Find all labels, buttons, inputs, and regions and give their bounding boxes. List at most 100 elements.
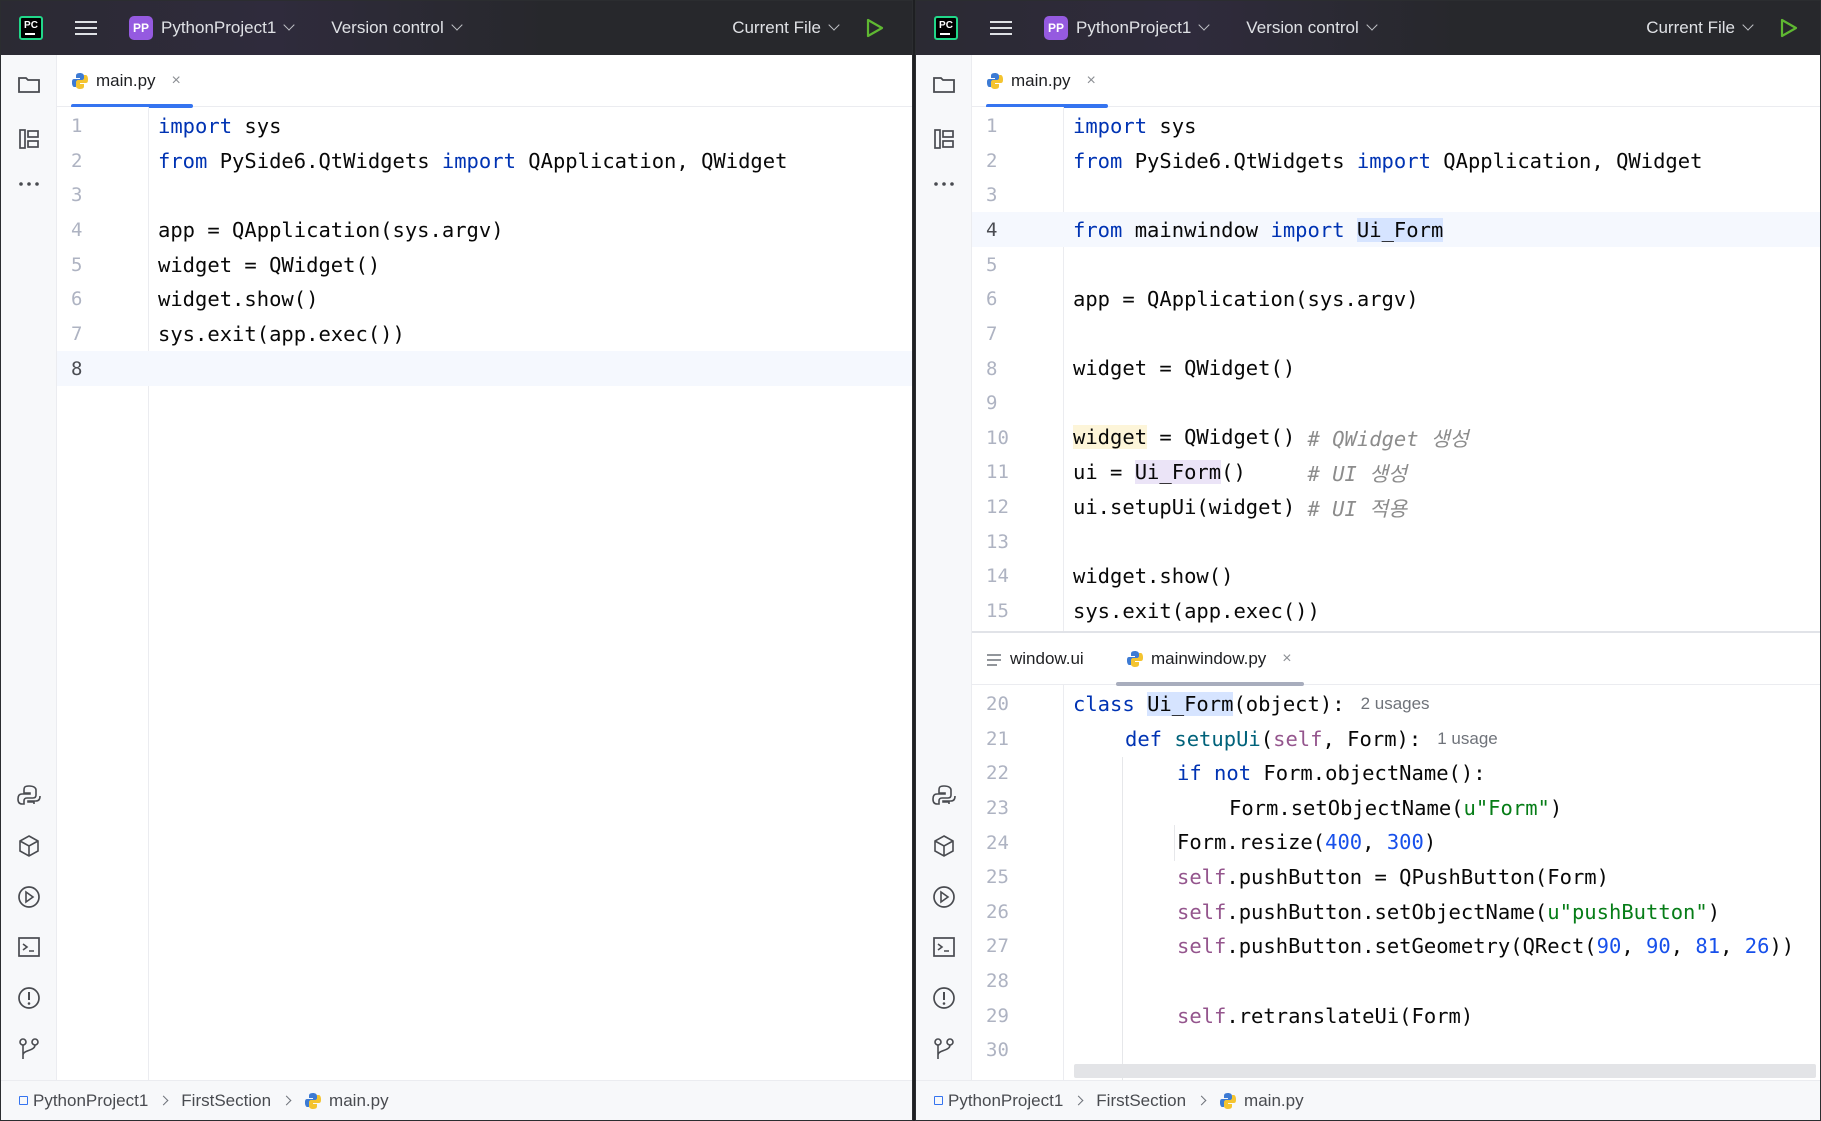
project-name[interactable]: PythonProject1 (1076, 18, 1191, 38)
python-packages-icon[interactable] (931, 833, 957, 859)
breadcrumb-folder[interactable]: FirstSection (1096, 1091, 1186, 1111)
git-icon[interactable] (16, 1036, 42, 1062)
git-icon[interactable] (931, 1036, 957, 1062)
line-number: 5 (71, 254, 83, 276)
folder-icon[interactable] (16, 71, 42, 97)
terminal-icon[interactable] (931, 934, 957, 960)
editor-tab-bar: main.py × (972, 55, 1820, 108)
line-number: 2 (71, 150, 83, 172)
chevron-right-icon (1196, 1095, 1207, 1106)
chevron-down-icon[interactable] (828, 19, 840, 31)
chevron-right-icon (281, 1095, 292, 1106)
line-number: 1 (986, 115, 998, 137)
line-number: 1 (71, 115, 83, 137)
tab-main-py[interactable]: main.py × (71, 55, 193, 108)
main-menu-icon[interactable] (990, 19, 1012, 37)
line-number: 11 (986, 461, 1009, 483)
close-icon[interactable]: × (1282, 650, 1291, 668)
project-badge[interactable]: PP (1044, 16, 1068, 40)
main-menu-icon[interactable] (75, 19, 97, 37)
line-number: 4 (986, 219, 998, 241)
line-number: 8 (986, 358, 998, 380)
terminal-icon[interactable] (16, 934, 42, 960)
code-line: from PySide6.QtWidgets import QApplicati… (158, 149, 788, 174)
folder-icon[interactable] (931, 71, 957, 97)
python-file-icon (1126, 650, 1144, 668)
line-number-gutter (57, 107, 149, 1080)
line-number: 14 (986, 565, 1009, 587)
run-icon[interactable] (1780, 18, 1798, 38)
chevron-down-icon[interactable] (283, 19, 295, 31)
more-icon[interactable] (16, 171, 42, 197)
code-line: def setupUi(self, Form): 1 usage (1125, 727, 1498, 752)
tab-label: main.py (1011, 71, 1071, 90)
editor-tab-bar: main.py × (57, 55, 912, 108)
line-number: 24 (986, 832, 1009, 854)
chevron-down-icon[interactable] (451, 19, 463, 31)
tab-mainwindow-py[interactable]: mainwindow.py × (1116, 633, 1304, 686)
line-number: 9 (986, 392, 998, 414)
structure-icon[interactable] (931, 126, 957, 152)
usages-hint[interactable]: 1 usage (1437, 729, 1498, 749)
breadcrumb-file[interactable]: main.py (1244, 1091, 1304, 1111)
line-number: 15 (986, 600, 1009, 622)
tab-main-py[interactable]: main.py × (986, 55, 1108, 108)
line-number: 6 (986, 288, 998, 310)
line-number: 13 (986, 531, 1009, 553)
line-number: 26 (986, 901, 1009, 923)
code-line: widget = QWidget() (1073, 356, 1296, 381)
code-line: ui.setupUi(widget) # UI 적용 (1073, 495, 1407, 522)
project-name[interactable]: PythonProject1 (161, 18, 276, 38)
chevron-down-icon[interactable] (1742, 19, 1754, 31)
run-icon[interactable] (866, 18, 884, 38)
python-file-icon (986, 72, 1004, 90)
close-icon[interactable]: × (1087, 72, 1096, 90)
project-badge[interactable]: PP (129, 16, 153, 40)
ui-file-icon (986, 652, 1002, 666)
python-console-icon[interactable] (16, 783, 42, 809)
services-icon[interactable] (931, 884, 957, 910)
line-number: 20 (986, 693, 1009, 715)
tab-label: main.py (96, 71, 156, 90)
line-number: 10 (986, 427, 1009, 449)
line-number: 21 (986, 728, 1009, 750)
code-line: self .retranslateUi(Form) (1177, 1004, 1474, 1029)
close-icon[interactable]: × (172, 72, 181, 90)
code-line: widget = QWidget() (158, 253, 381, 278)
line-number: 12 (986, 496, 1009, 518)
chevron-down-icon[interactable] (1198, 19, 1210, 31)
run-config-selector[interactable]: Current File (732, 18, 821, 38)
breadcrumb-folder[interactable]: FirstSection (181, 1091, 271, 1111)
module-icon (934, 1096, 943, 1105)
more-icon[interactable] (931, 171, 957, 197)
tool-window-strip (1, 55, 57, 1080)
pycharm-logo-icon[interactable]: PC (934, 16, 958, 40)
code-line: from mainwindow import Ui_Form (1073, 218, 1444, 243)
chevron-right-icon (1073, 1095, 1084, 1106)
breadcrumb-project[interactable]: PythonProject1 (33, 1091, 148, 1111)
editor-pane: main.py × 1 2 3 4 5 6 7 8 import sys fro… (57, 55, 912, 1080)
breadcrumb-file[interactable]: main.py (329, 1091, 389, 1111)
right-ide-window: PC PP PythonProject1 Version control Cur… (915, 0, 1821, 1121)
structure-icon[interactable] (16, 126, 42, 152)
editor-pane: main.py × 1 2 3 4 5 6 7 8 9 10 11 12 13 … (972, 55, 1820, 1083)
python-file-icon (304, 1092, 322, 1110)
python-packages-icon[interactable] (16, 833, 42, 859)
tab-window-ui[interactable]: window.ui (986, 633, 1084, 685)
chevron-down-icon[interactable] (1366, 19, 1378, 31)
services-icon[interactable] (16, 884, 42, 910)
horizontal-scrollbar[interactable] (1074, 1064, 1816, 1078)
code-line: app = QApplication(sys.argv) (1073, 287, 1419, 312)
problems-icon[interactable] (931, 985, 957, 1011)
usages-hint[interactable]: 2 usages (1361, 694, 1430, 714)
problems-icon[interactable] (16, 985, 42, 1011)
pycharm-logo-icon[interactable]: PC (19, 16, 43, 40)
version-control-menu[interactable]: Version control (1246, 18, 1358, 38)
python-console-icon[interactable] (931, 783, 957, 809)
breadcrumb-project[interactable]: PythonProject1 (948, 1091, 1063, 1111)
line-number: 30 (986, 1039, 1009, 1061)
run-config-selector[interactable]: Current File (1646, 18, 1735, 38)
version-control-menu[interactable]: Version control (331, 18, 443, 38)
code-line: self .pushButton.setGeometry(QRect(90, 90… (1177, 934, 1795, 959)
code-line: import sys (1073, 114, 1197, 139)
